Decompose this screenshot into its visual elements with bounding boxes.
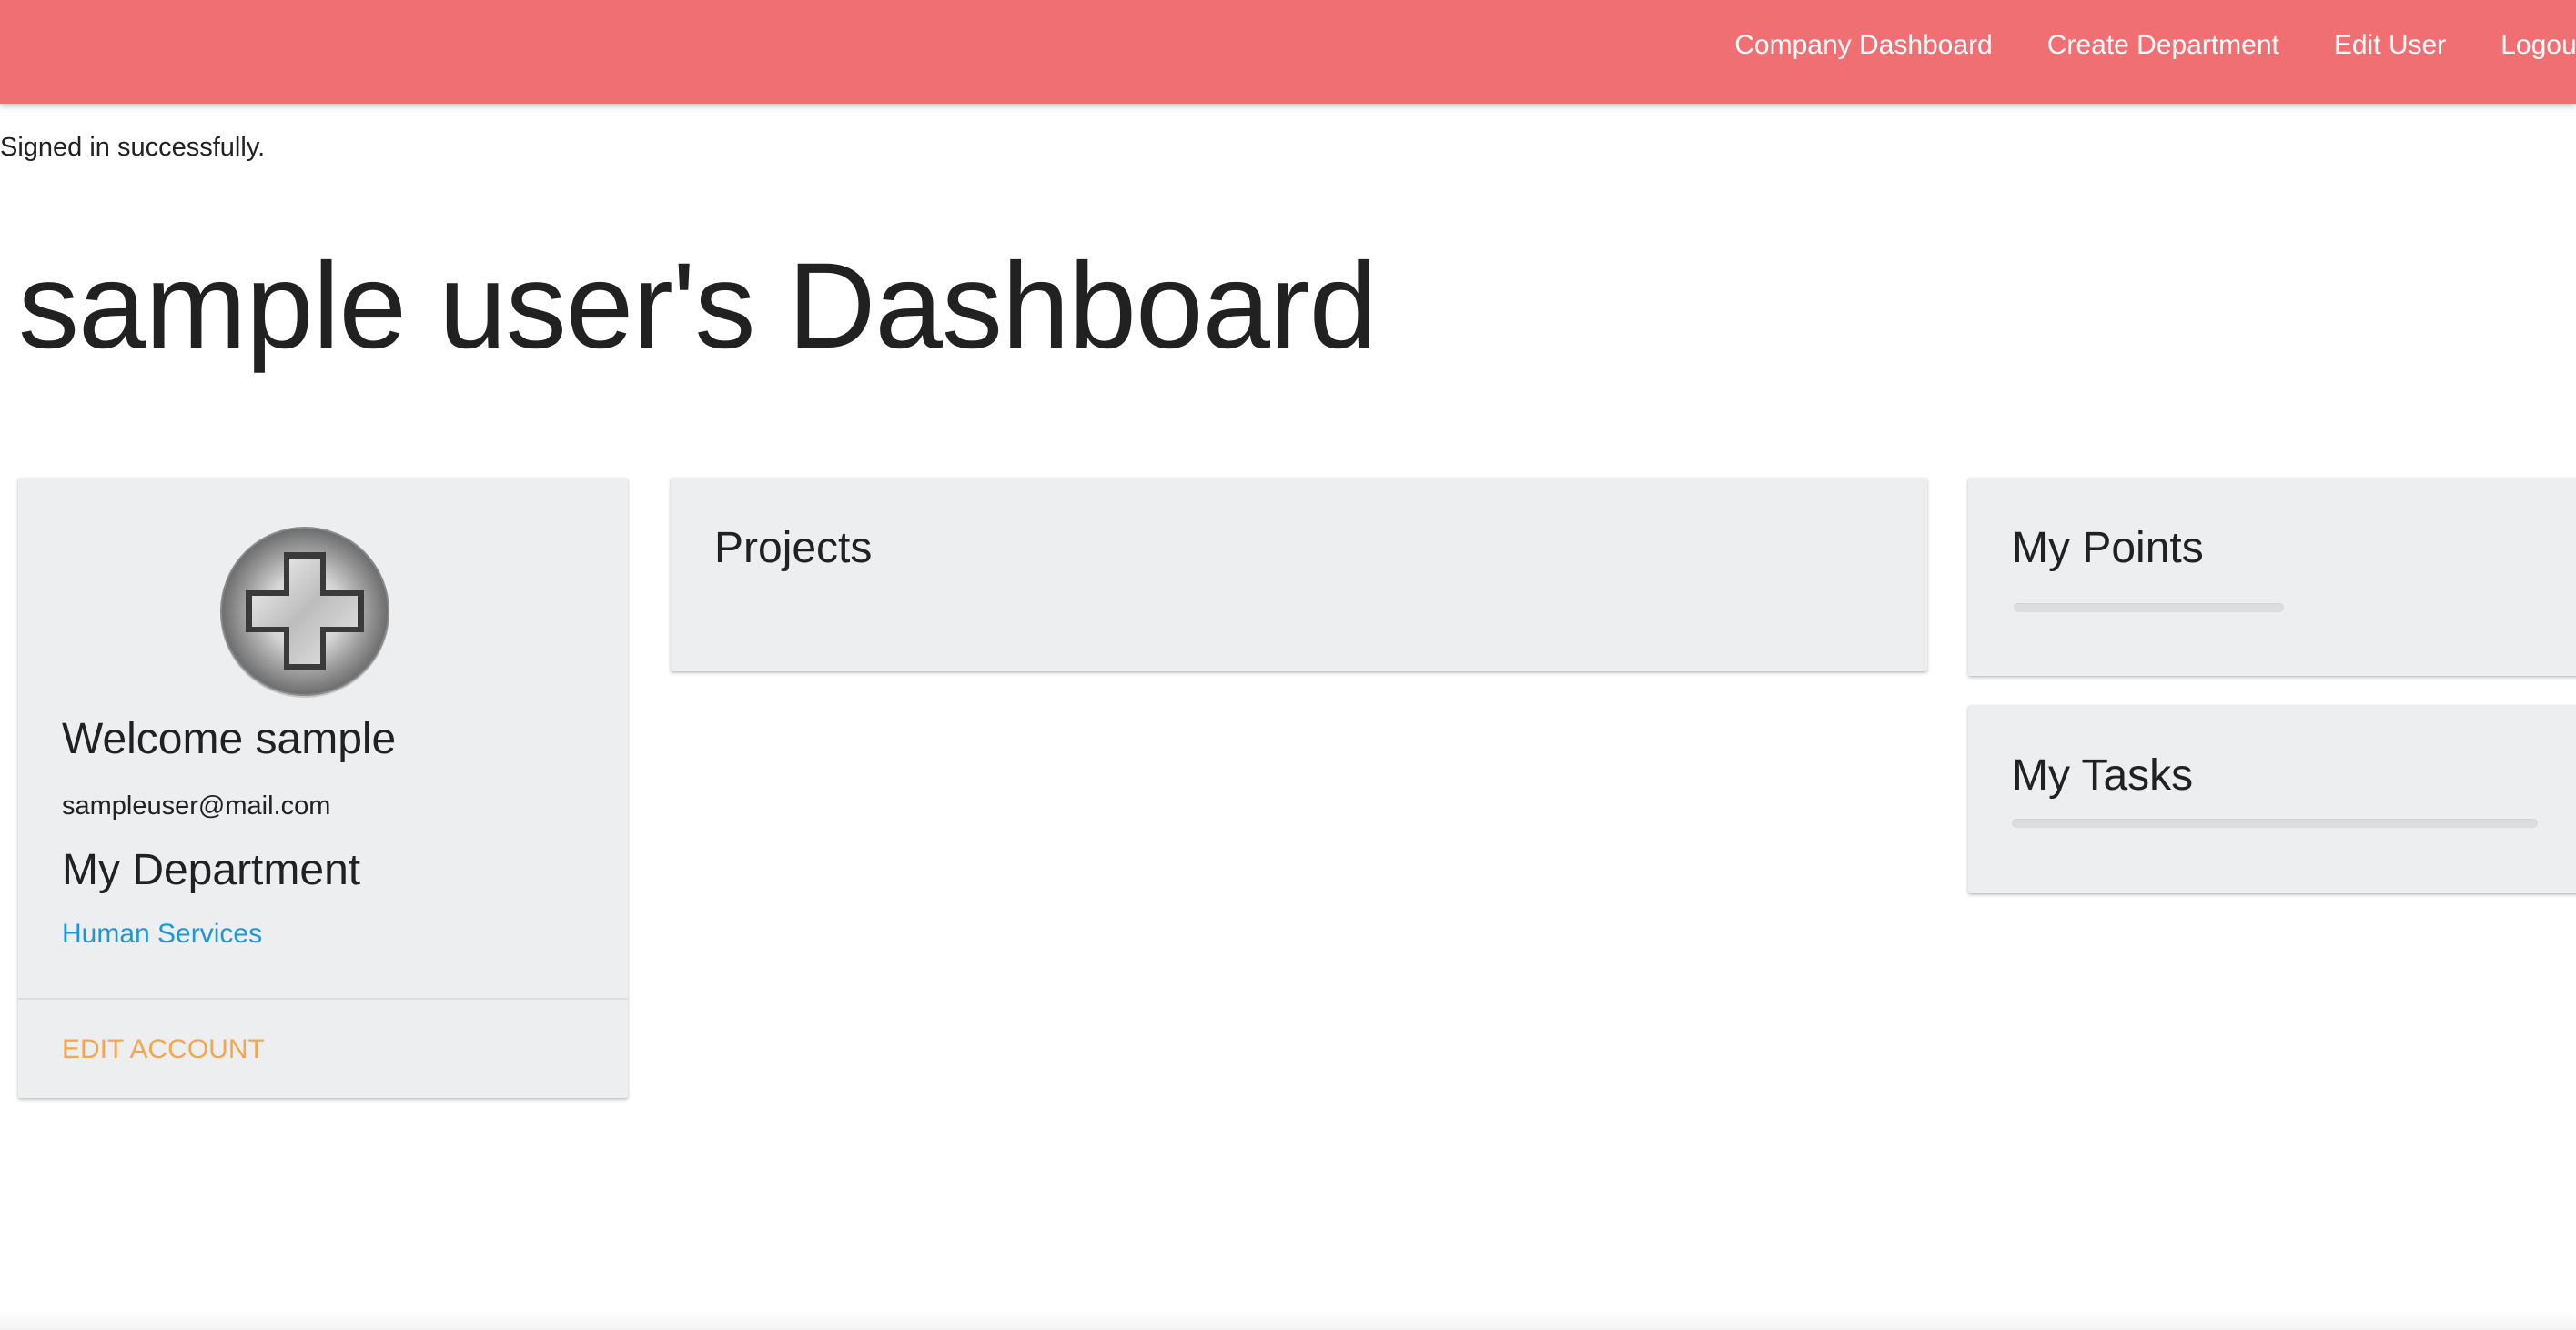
tasks-card: My Tasks	[1968, 705, 2576, 893]
page-title: sample user's Dashboard	[18, 238, 1377, 374]
tasks-title: My Tasks	[2012, 751, 2194, 800]
nav-link-create-department[interactable]: Create Department	[2047, 30, 2279, 61]
tasks-progress-bar	[2012, 819, 2538, 828]
points-progress-bar	[2014, 603, 2284, 612]
department-link[interactable]: Human Services	[62, 919, 262, 950]
profile-card: Welcome sample sampleuser@mail.com My De…	[18, 478, 628, 1098]
welcome-heading: Welcome sample	[62, 715, 397, 763]
silver-cross-badge-icon	[220, 527, 389, 698]
nav-link-company-dashboard[interactable]: Company Dashboard	[1734, 30, 1993, 61]
card-divider	[18, 998, 628, 1000]
user-email: sampleuser@mail.com	[62, 791, 331, 821]
nav-link-logout[interactable]: Logout	[2500, 30, 2576, 61]
page-bottom-edge	[0, 1312, 2576, 1330]
projects-card: Projects	[671, 478, 1927, 671]
points-title: My Points	[2012, 524, 2204, 572]
top-navbar: Company Dashboard Create Department Edit…	[0, 0, 2576, 104]
projects-title: Projects	[714, 524, 873, 572]
flash-message: Signed in successfully.	[0, 133, 266, 162]
nav-link-edit-user[interactable]: Edit User	[2334, 30, 2446, 61]
edit-account-button[interactable]: EDIT ACCOUNT	[62, 1034, 265, 1065]
department-heading: My Department	[62, 846, 361, 894]
points-card: My Points	[1968, 478, 2576, 676]
nav-links: Company Dashboard Create Department Edit…	[1680, 0, 2576, 91]
